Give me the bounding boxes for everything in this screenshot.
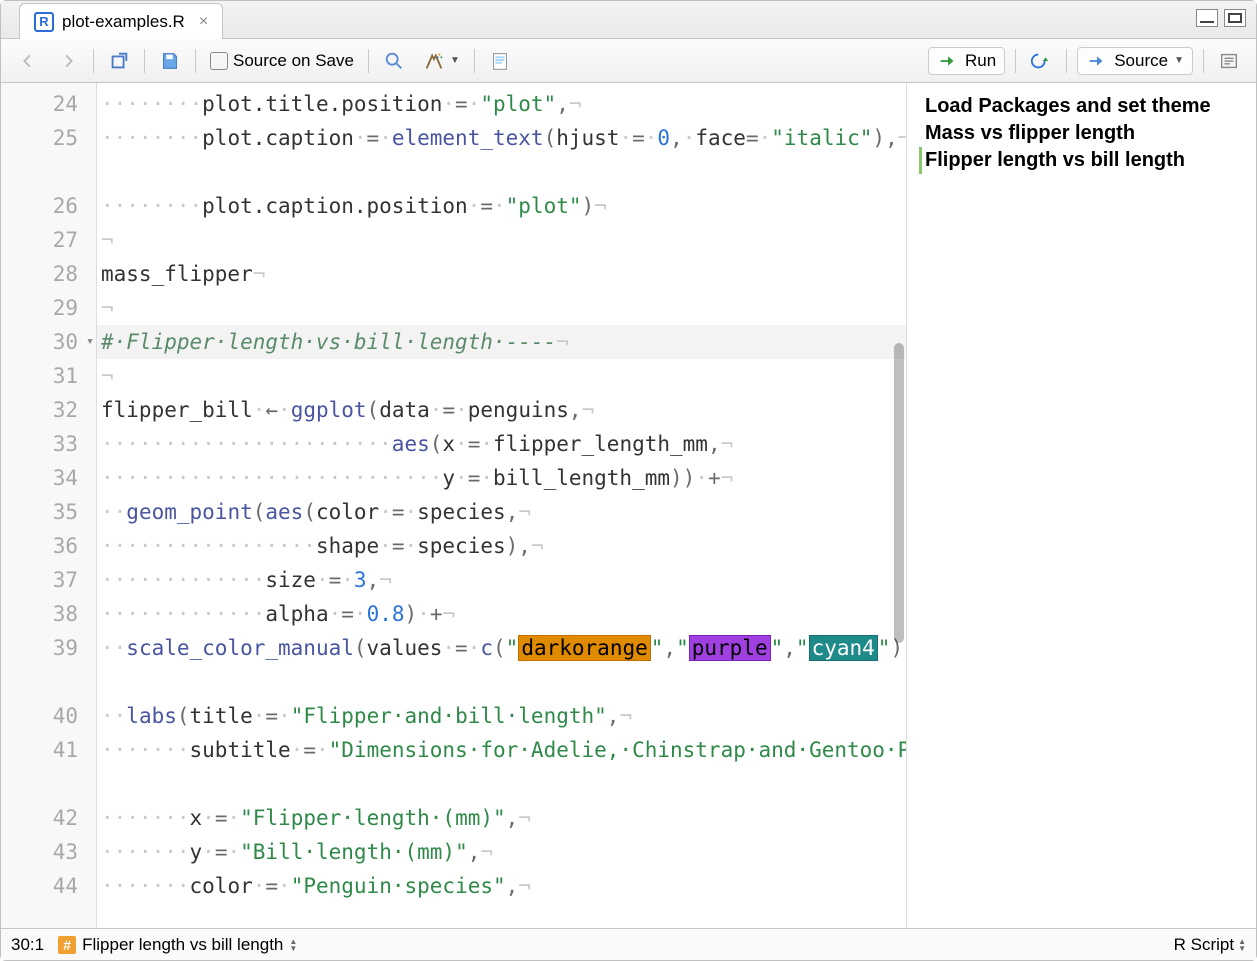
editor-main: 2425262728293031323334353637383940414243… (1, 83, 1256, 928)
line-number[interactable]: 28 (1, 257, 96, 291)
line-number[interactable]: 39 (1, 631, 96, 699)
line-number[interactable]: 35 (1, 495, 96, 529)
r-file-icon: R (34, 12, 54, 32)
maximize-pane-button[interactable] (1224, 9, 1246, 27)
tab-bar: R plot-examples.R × (1, 1, 1256, 39)
show-in-new-window-button[interactable] (104, 48, 134, 74)
line-number[interactable]: 27 (1, 223, 96, 257)
code-line[interactable]: mass_flipper¬ (97, 257, 906, 291)
compile-report-button[interactable] (485, 48, 515, 74)
status-bar: 30:1 # Flipper length vs bill length ▲▼ … (1, 928, 1256, 960)
rerun-button[interactable] (1026, 48, 1056, 74)
language-label: R Script (1174, 935, 1234, 955)
source-on-save-label: Source on Save (233, 51, 354, 71)
code-line[interactable]: ·······x·=·"Flipper·length·(mm)",¬ (97, 801, 906, 835)
line-number[interactable]: 33 (1, 427, 96, 461)
line-number[interactable]: 43 (1, 835, 96, 869)
code-line[interactable]: ·············size·=·3,¬ (97, 563, 906, 597)
line-number[interactable]: 42 (1, 801, 96, 835)
section-hash-icon: # (58, 936, 76, 954)
code-line[interactable]: ··labs(title·=·"Flipper·and·bill·length"… (97, 699, 906, 733)
document-outline: Load Packages and set themeMass vs flipp… (906, 83, 1256, 928)
updown-icon: ▲▼ (289, 938, 297, 952)
code-tools-button[interactable]: ▼ (419, 48, 464, 74)
code-line[interactable]: ········plot.title.position·=·"plot",¬ (97, 87, 906, 121)
nav-forward-button[interactable] (53, 48, 83, 74)
window-controls (1196, 9, 1246, 27)
code-line[interactable]: ·······y·=·"Bill·length·(mm)",¬ (97, 835, 906, 869)
code-line[interactable]: flipper_bill·←·ggplot(data·=·penguins,¬ (97, 393, 906, 427)
updown-icon: ▲▼ (1238, 938, 1246, 952)
source-button-label: Source (1114, 51, 1168, 71)
code-line[interactable]: ········plot.caption.position·=·"plot")¬ (97, 189, 906, 223)
editor-toolbar: Source on Save ▼ Run Source ▼ (1, 39, 1256, 83)
line-number[interactable]: 40 (1, 699, 96, 733)
outline-item[interactable]: Flipper length vs bill length (919, 147, 1244, 174)
code-line[interactable]: ··scale_color_manual(values·=·c("darkora… (97, 631, 906, 699)
minimize-pane-button[interactable] (1196, 9, 1218, 27)
section-header-line[interactable]: #·Flipper·length·vs·bill·length·----¬ (97, 325, 906, 359)
code-line[interactable]: ·············alpha·=·0.8)·+¬ (97, 597, 906, 631)
find-replace-button[interactable] (379, 48, 409, 74)
run-button-label: Run (965, 51, 996, 71)
code-line[interactable]: ··geom_point(aes(color·=·species,¬ (97, 495, 906, 529)
code-line[interactable]: ¬ (97, 291, 906, 325)
line-number[interactable]: 32 (1, 393, 96, 427)
file-tab[interactable]: R plot-examples.R × (19, 3, 223, 39)
run-icon (937, 50, 959, 72)
line-number[interactable]: 30 (1, 325, 96, 359)
code-line[interactable]: ·······················aes(x·=·flipper_l… (97, 427, 906, 461)
run-button[interactable]: Run (928, 47, 1005, 75)
scroll-thumb[interactable] (894, 343, 904, 643)
line-number[interactable]: 41 (1, 733, 96, 801)
code-line[interactable]: ···························y·=·bill_leng… (97, 461, 906, 495)
code-line[interactable]: ·······subtitle·=·"Dimensions·for·Adelie… (97, 733, 906, 801)
source-on-save-checkbox[interactable] (210, 52, 228, 70)
code-editor[interactable]: 2425262728293031323334353637383940414243… (1, 83, 906, 928)
line-number[interactable]: 26 (1, 189, 96, 223)
language-selector[interactable]: R Script ▲▼ (1174, 935, 1246, 955)
line-number[interactable]: 34 (1, 461, 96, 495)
outline-item[interactable]: Mass vs flipper length (919, 120, 1244, 147)
cursor-position[interactable]: 30:1 (11, 935, 44, 955)
outline-toggle-button[interactable] (1214, 48, 1244, 74)
code-line[interactable]: ·······color·=·"Penguin·species",¬ (97, 869, 906, 903)
section-jump-label: Flipper length vs bill length (82, 935, 283, 955)
line-number[interactable]: 37 (1, 563, 96, 597)
save-button[interactable] (155, 48, 185, 74)
line-number[interactable]: 44 (1, 869, 96, 903)
source-icon (1086, 50, 1108, 72)
line-number[interactable]: 36 (1, 529, 96, 563)
vertical-scrollbar[interactable] (894, 83, 904, 928)
close-tab-icon[interactable]: × (199, 13, 208, 31)
line-number[interactable]: 29 (1, 291, 96, 325)
line-number[interactable]: 24 (1, 87, 96, 121)
line-number[interactable]: 38 (1, 597, 96, 631)
code-line[interactable]: ¬ (97, 359, 906, 393)
nav-back-button[interactable] (13, 48, 43, 74)
code-line[interactable]: ¬ (97, 223, 906, 257)
source-button[interactable]: Source ▼ (1077, 47, 1193, 75)
source-on-save-toggle[interactable]: Source on Save (206, 49, 358, 73)
line-number-gutter[interactable]: 2425262728293031323334353637383940414243… (1, 83, 97, 928)
code-line[interactable]: ········plot.caption·=·element_text(hjus… (97, 121, 906, 189)
file-tab-label: plot-examples.R (62, 12, 185, 32)
line-number[interactable]: 25 (1, 121, 96, 189)
source-dropdown-caret[interactable]: ▼ (1174, 55, 1184, 66)
code-area[interactable]: ········plot.title.position·=·"plot",¬··… (97, 83, 906, 928)
section-jump-menu[interactable]: # Flipper length vs bill length ▲▼ (58, 935, 297, 955)
line-number[interactable]: 31 (1, 359, 96, 393)
outline-item[interactable]: Load Packages and set theme (919, 93, 1244, 120)
code-line[interactable]: ·················shape·=·species),¬ (97, 529, 906, 563)
